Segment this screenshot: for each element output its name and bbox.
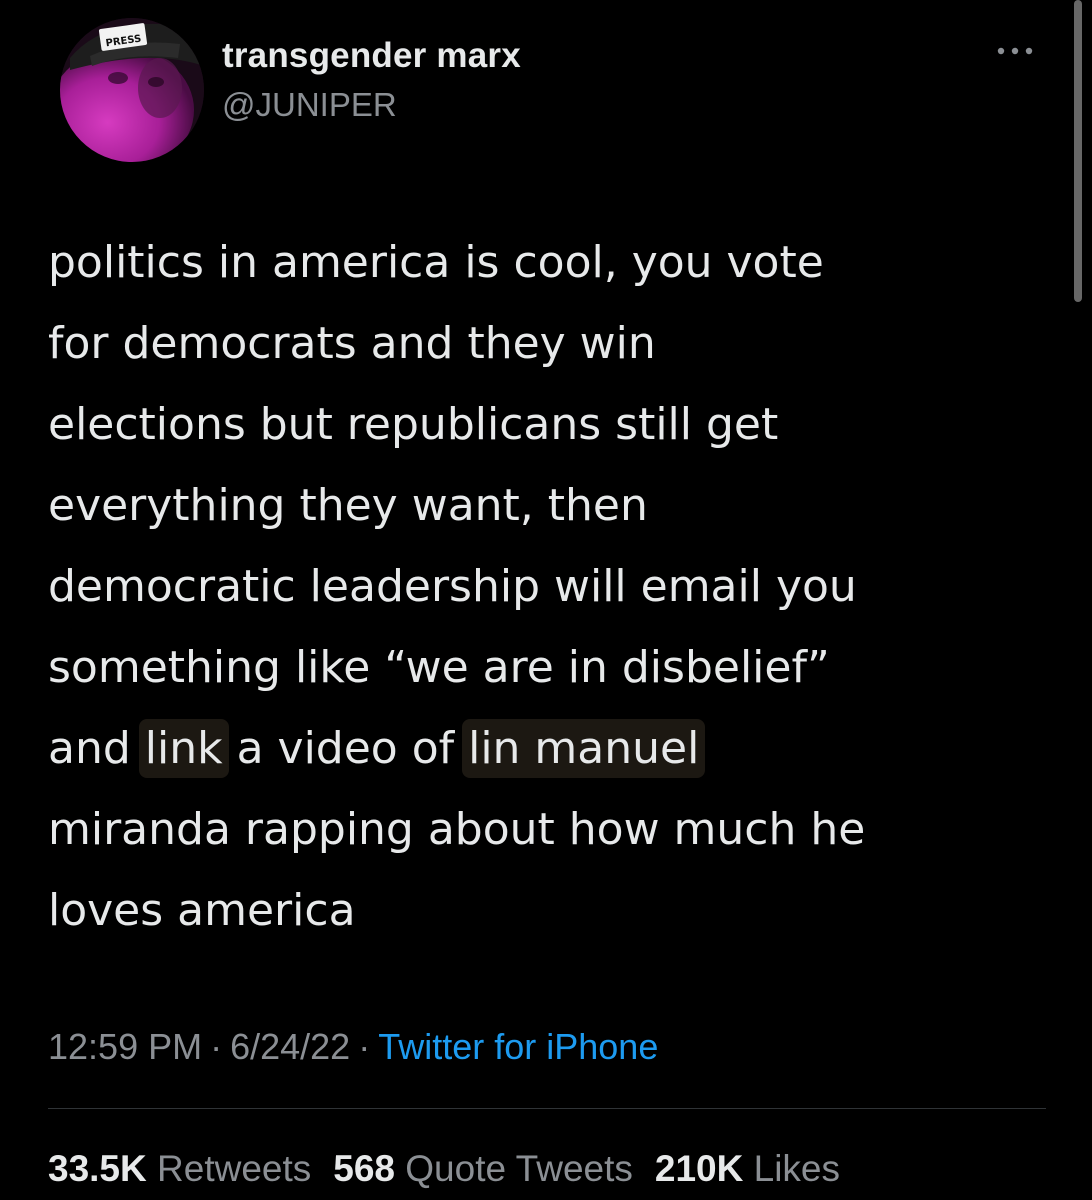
quote-tweets-label: Quote Tweets [405,1148,633,1189]
tweet-text-line: for democrats and they win [48,318,656,369]
meta-separator: · [358,1026,371,1067]
tweet-text-segment: and [48,723,145,774]
tweet-text-segment: a video of [222,723,469,774]
divider [48,1108,1046,1109]
tweet-text-line: loves america [48,885,356,936]
author-handle[interactable]: @JUNIPER [222,86,397,124]
tweet-source-link[interactable]: Twitter for iPhone [378,1026,658,1067]
highlighted-phrase: lin manuel [462,719,706,778]
tweet-time[interactable]: 12:59 PM [48,1026,202,1067]
retweets-label: Retweets [157,1148,312,1189]
quote-tweets-stat[interactable]: 568 Quote Tweets [333,1148,633,1189]
meta-separator: · [210,1026,223,1067]
tweet-text-line: democratic leadership will email you [48,561,857,612]
tweet-text: politics in america is cool, you vote fo… [48,222,1058,951]
tweet-text-line: and link a video of lin manuel [48,708,1058,789]
tweet-date[interactable]: 6/24/22 [230,1026,350,1067]
scrollbar-thumb[interactable] [1074,0,1082,302]
retweets-count: 33.5K [48,1148,147,1189]
quote-tweets-count: 568 [333,1148,395,1189]
retweets-stat[interactable]: 33.5K Retweets [48,1148,311,1189]
tweet-text-line: miranda rapping about how much he [48,804,866,855]
tweet-text-line: everything they want, then [48,480,648,531]
highlighted-word: link [138,719,229,778]
more-horizontal-icon[interactable] [990,36,1040,66]
likes-count: 210K [654,1148,744,1189]
likes-label: Likes [753,1148,841,1189]
tweet-metadata: 12:59 PM · 6/24/22 · Twitter for iPhone [48,1026,658,1068]
tweet-engagement-stats: 33.5K Retweets 568 Quote Tweets 210K Likes [48,1148,862,1190]
likes-stat[interactable]: 210K Likes [655,1148,840,1189]
tweet-text-line: elections but republicans still get [48,399,779,450]
tweet-text-line: something like “we are in disbelief” [48,642,830,693]
avatar-press-hat-icon: PRESS [60,18,204,162]
tweet-detail-view: PRESS transgender marx @JUNIPER politics… [0,0,1092,1200]
author-avatar[interactable]: PRESS [60,18,204,162]
tweet-text-line: politics in america is cool, you vote [48,237,824,288]
author-display-name[interactable]: transgender marx [222,36,521,76]
